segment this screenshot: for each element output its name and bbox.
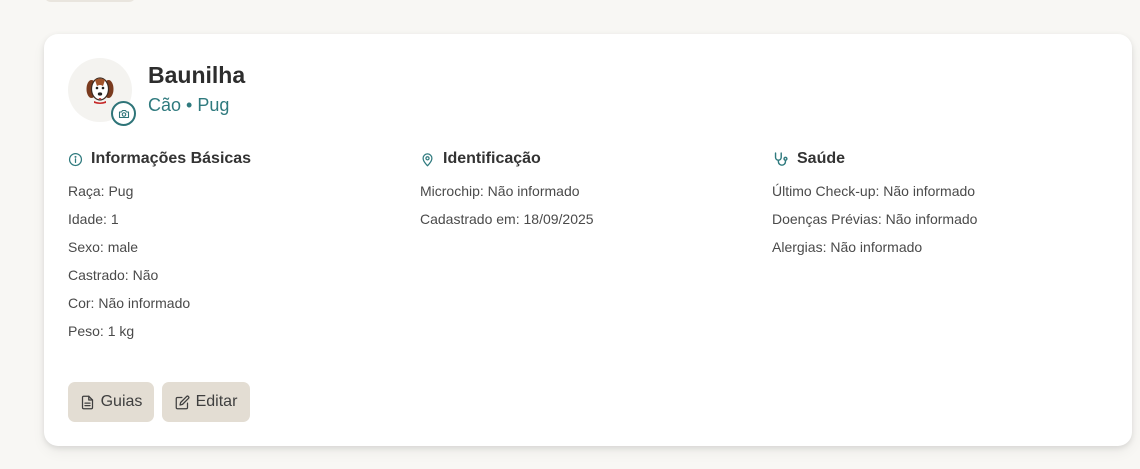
previous-element-stub — [44, 0, 136, 2]
section-identification-header: Identificação — [420, 148, 750, 170]
section-health: Saúde Último Check-up: Não informado Doe… — [772, 148, 1102, 265]
info-row-last-checkup: Último Check-up: Não informado — [772, 183, 976, 199]
pet-species-breed: Cão • Pug — [148, 95, 230, 115]
info-row-microchip: Microchip: Não informado — [420, 183, 580, 199]
section-title: Informações Básicas — [91, 150, 252, 167]
info-row-registered: Cadastrado em: 18/09/2025 — [420, 211, 594, 227]
edit-icon — [175, 395, 190, 410]
section-identification: Identificação Microchip: Não informado C… — [420, 148, 750, 237]
info-row-sex: Sexo: male — [68, 239, 139, 255]
section-title: Saúde — [797, 150, 846, 167]
info-row-allergies: Alergias: Não informado — [772, 239, 923, 255]
guias-button-label: Guias — [100, 393, 143, 410]
map-pin-icon — [420, 152, 435, 167]
camera-icon — [118, 108, 130, 120]
section-title: Identificação — [443, 150, 541, 167]
pet-card: Baunilha Cão • Pug Informações Básicas R… — [44, 34, 1132, 446]
info-row-color: Cor: Não informado — [68, 295, 191, 311]
guias-button[interactable]: Guias — [68, 382, 154, 422]
info-row-breed: Raça: Pug — [68, 183, 134, 199]
edit-button-label: Editar — [195, 393, 238, 410]
info-row-age: Idade: 1 — [68, 211, 119, 227]
info-row-weight: Peso: 1 kg — [68, 323, 135, 339]
info-row-previous-diseases: Doenças Prévias: Não informado — [772, 211, 978, 227]
section-basic-info: Informações Básicas Raça: Pug Idade: 1 S… — [68, 148, 398, 349]
change-photo-button[interactable] — [111, 101, 136, 126]
section-health-header: Saúde — [772, 148, 1102, 170]
pet-name: Baunilha — [148, 62, 246, 88]
info-row-neutered: Castrado: Não — [68, 267, 159, 283]
dog-face-icon — [84, 74, 116, 106]
stethoscope-icon — [772, 151, 789, 168]
edit-button[interactable]: Editar — [162, 382, 250, 422]
document-icon — [80, 395, 95, 410]
section-basic-info-header: Informações Básicas — [68, 148, 398, 170]
info-circle-icon — [68, 152, 83, 167]
